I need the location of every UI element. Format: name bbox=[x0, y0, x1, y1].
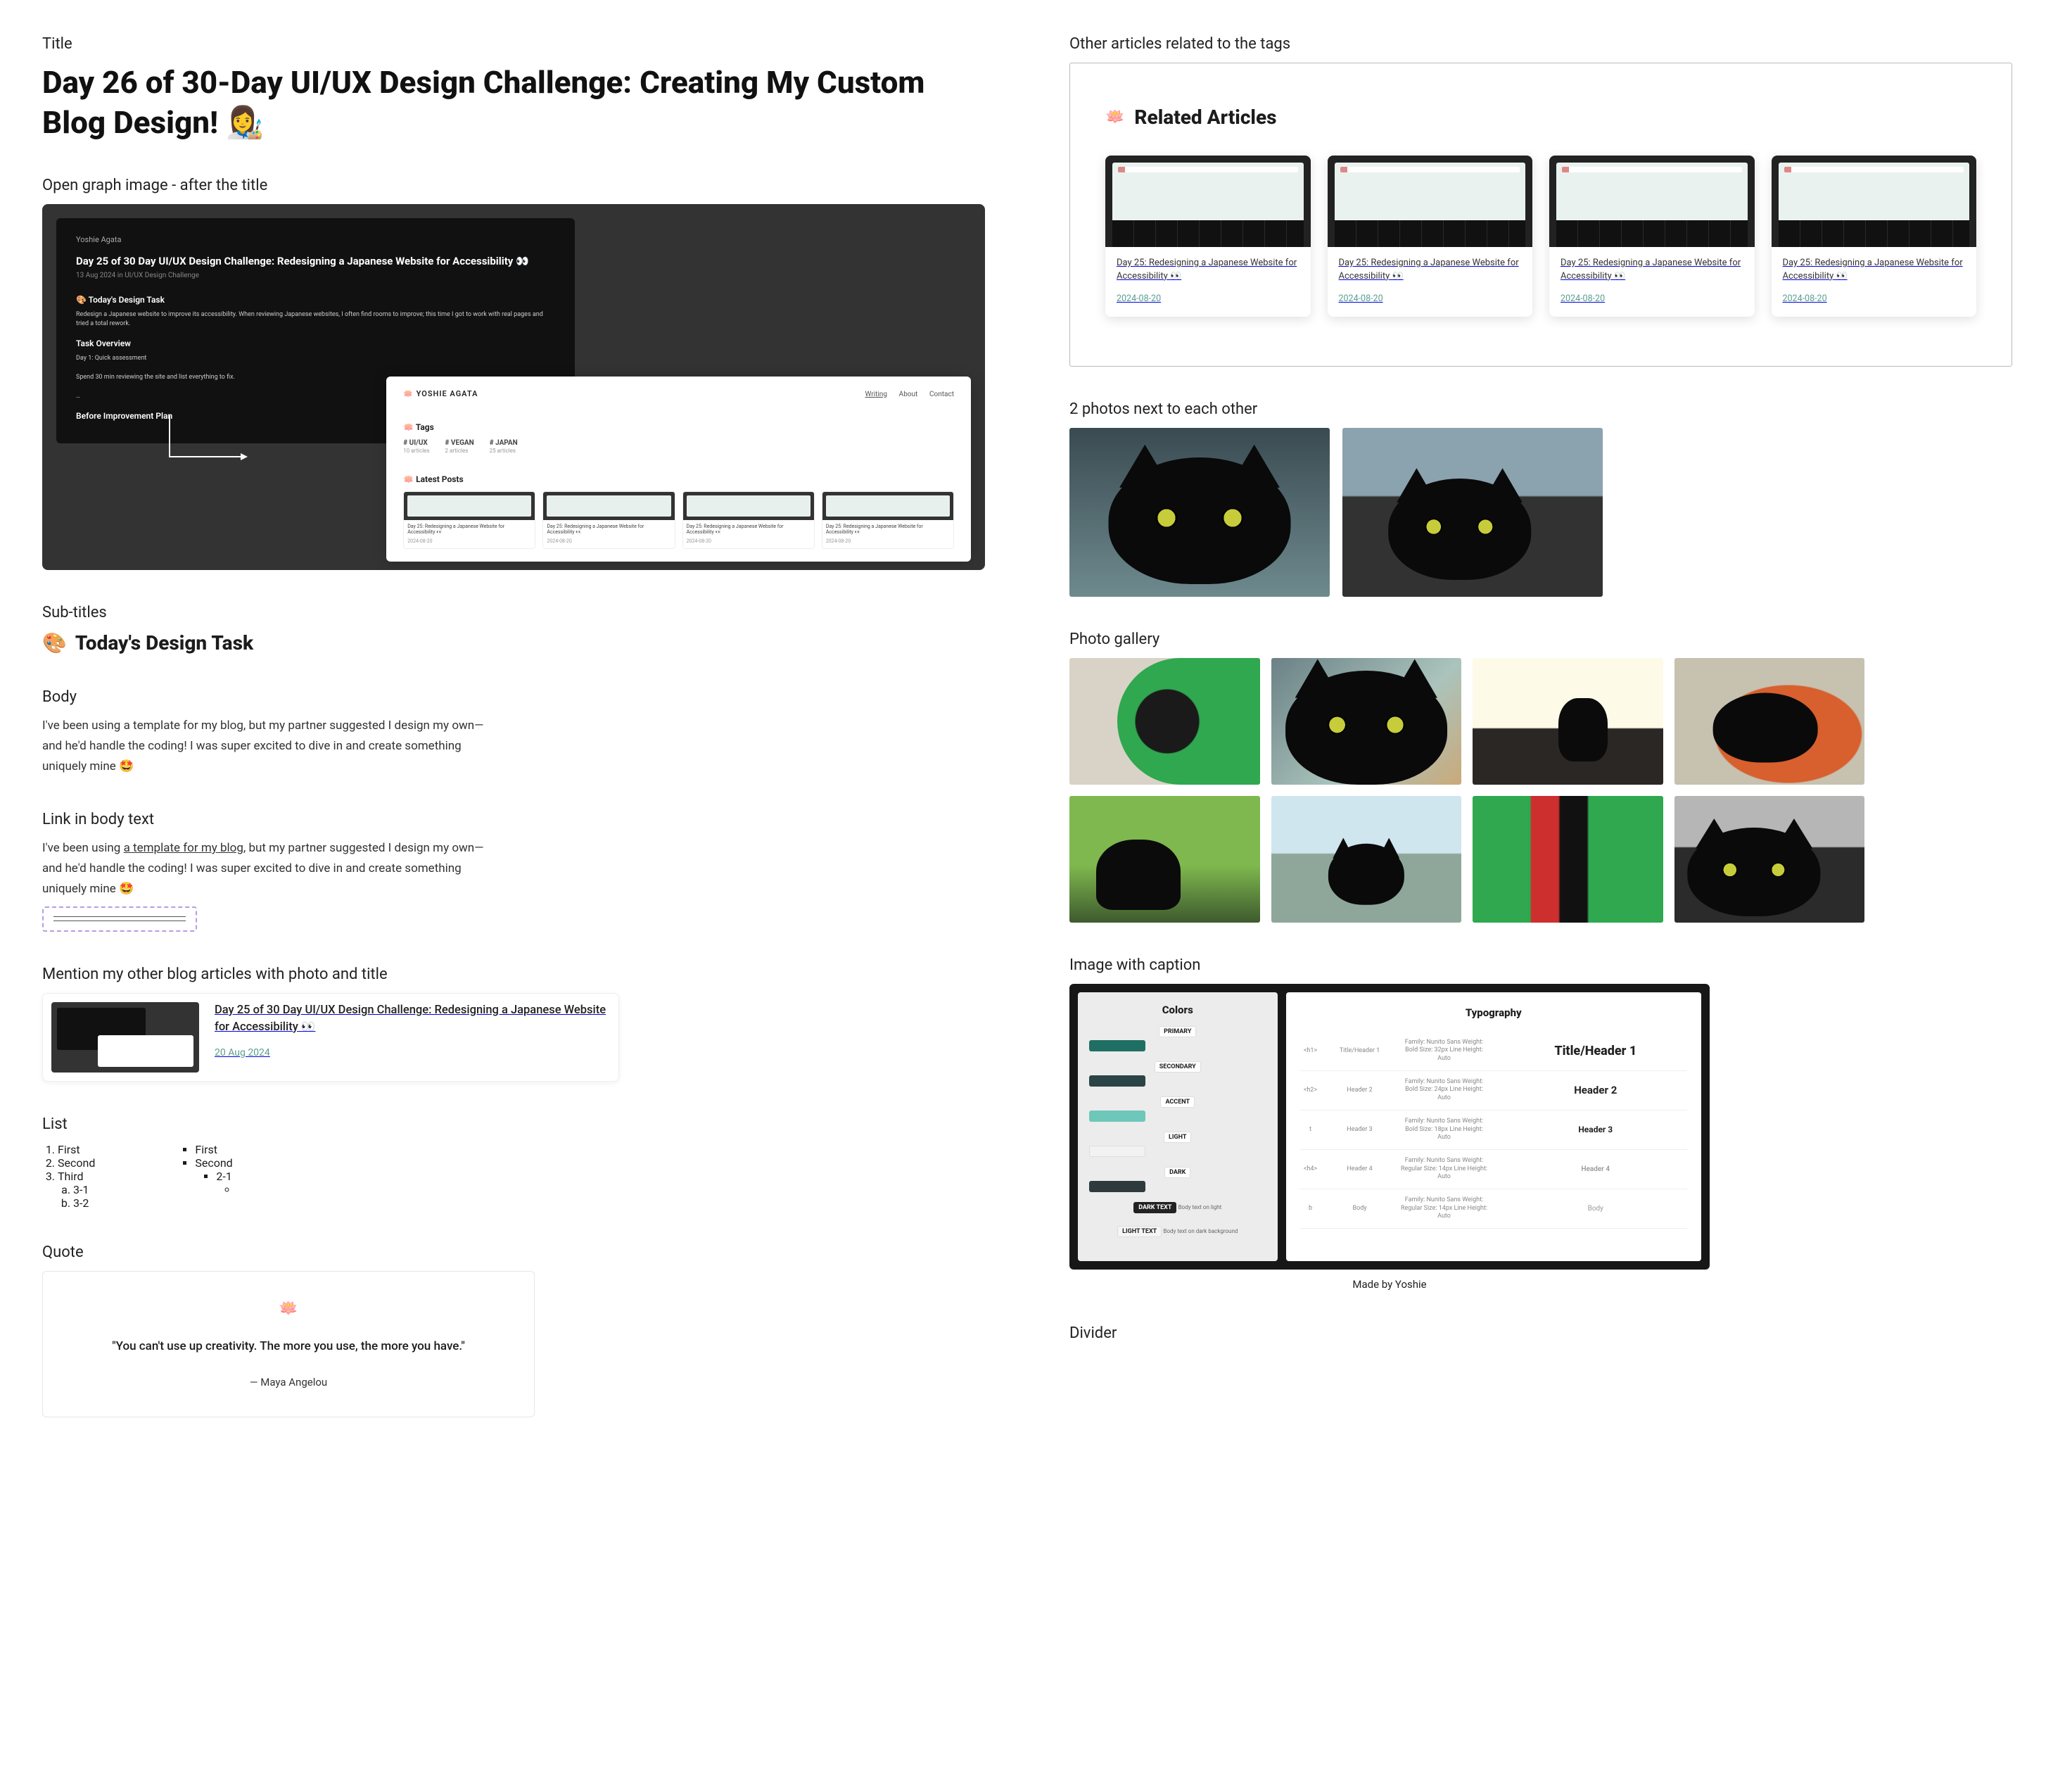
label-ref: Mention my other blog articles with phot… bbox=[42, 966, 985, 983]
figure-with-caption: Colors PRIMARY SECONDARY ACCENT LIGHT DA… bbox=[1069, 984, 1710, 1291]
og-article-title: Day 25 of 30 Day UI/UX Design Challenge:… bbox=[76, 254, 555, 268]
label-divider: Divider bbox=[1069, 1324, 2012, 1342]
mini-card: Day 25: Redesigning a Japanese Website f… bbox=[542, 491, 675, 550]
label-gallery: Photo gallery bbox=[1069, 631, 2012, 648]
link-preview-placeholder bbox=[42, 906, 197, 932]
tag-item: # UI/UX10 articles bbox=[403, 439, 429, 455]
og-plan1: Day 1: Quick assessment bbox=[76, 354, 555, 363]
mini-card: Day 25: Redesigning a Japanese Website f… bbox=[682, 491, 815, 550]
label-two-photos: 2 photos next to each other bbox=[1069, 400, 2012, 418]
related-card[interactable]: Day 25: Redesigning a Japanese Website f… bbox=[1549, 156, 1755, 317]
subtitle: 🎨 Today's Design Task bbox=[42, 631, 985, 654]
lotus-icon: 🪷 bbox=[78, 1300, 499, 1317]
photo bbox=[1069, 428, 1330, 597]
ordered-list: First Second Third 3-1 3-2 bbox=[42, 1143, 95, 1210]
label-list: List bbox=[42, 1115, 985, 1133]
og-author: Yoshie Agata bbox=[76, 235, 555, 244]
ref-date: 20 Aug 2024 bbox=[215, 1047, 610, 1058]
og-meta: 13 Aug 2024 in UI/UX Design Challenge bbox=[76, 272, 555, 279]
photo bbox=[1271, 658, 1462, 785]
related-card[interactable]: Day 25: Redesigning a Japanese Website f… bbox=[1328, 156, 1533, 317]
tag-item: # JAPAN25 articles bbox=[490, 439, 518, 455]
mini-card: Day 25: Redesigning a Japanese Website f… bbox=[403, 491, 535, 550]
lists: First Second Third 3-1 3-2 First Second … bbox=[42, 1143, 985, 1210]
figure-right-panel: Typography <h1>Title/Header 1Family: Nun… bbox=[1286, 992, 1701, 1261]
photo bbox=[1069, 658, 1260, 785]
tag-item: # VEGAN2 articles bbox=[445, 439, 474, 455]
list-item: First bbox=[58, 1143, 95, 1156]
quote-text: "You can't use up creativity. The more y… bbox=[78, 1337, 499, 1356]
og-latest-label: 🪷 Latest Posts bbox=[403, 474, 954, 484]
related-articles-panel: 🪷 Related Articles Day 25: Redesigning a… bbox=[1069, 63, 2012, 367]
related-card[interactable]: Day 25: Redesigning a Japanese Website f… bbox=[1105, 156, 1311, 317]
body-link[interactable]: a template for my blog bbox=[124, 841, 243, 855]
article-reference-card[interactable]: Day 25 of 30 Day UI/UX Design Challenge:… bbox=[42, 993, 619, 1082]
label-body: Body bbox=[42, 688, 985, 706]
quote-author: — Maya Angelou bbox=[78, 1376, 499, 1388]
photo bbox=[1473, 658, 1663, 785]
related-heading: Related Articles bbox=[1134, 106, 1276, 129]
figure-left-panel: Colors PRIMARY SECONDARY ACCENT LIGHT DA… bbox=[1078, 992, 1278, 1261]
page-title: Day 26 of 30-Day UI/UX Design Challenge:… bbox=[42, 63, 985, 143]
label-subtitles: Sub-titles bbox=[42, 604, 985, 621]
list-item: 3-1 bbox=[73, 1183, 95, 1196]
label-caption: Image with caption bbox=[1069, 956, 2012, 974]
list-item: 3-2 bbox=[73, 1196, 95, 1210]
label-related: Other articles related to the tags bbox=[1069, 35, 2012, 53]
list-item bbox=[237, 1183, 240, 1196]
photo bbox=[1473, 796, 1663, 923]
photo-pair bbox=[1069, 428, 2012, 597]
related-card[interactable]: Day 25: Redesigning a Japanese Website f… bbox=[1772, 156, 1977, 317]
figure-caption: Made by Yoshie bbox=[1069, 1278, 1710, 1291]
arrow-icon bbox=[169, 415, 246, 457]
label-title: Title bbox=[42, 35, 985, 53]
lotus-icon: 🪷 bbox=[1105, 108, 1124, 126]
body-text-with-link: I've been using a template for my blog, … bbox=[42, 838, 492, 899]
list-item: Second 2-1 bbox=[195, 1156, 240, 1196]
og-preview: Yoshie Agata Day 25 of 30 Day UI/UX Desi… bbox=[42, 204, 985, 570]
palette-icon: 🎨 bbox=[42, 631, 67, 654]
og-overview: Task Overview bbox=[76, 339, 555, 348]
og-nav: Writing About Contact bbox=[856, 389, 955, 398]
og-paragraph: Redesign a Japanese website to improve i… bbox=[76, 310, 555, 329]
list-item: First bbox=[195, 1143, 240, 1156]
list-item: Second bbox=[58, 1156, 95, 1170]
photo bbox=[1674, 796, 1865, 923]
body-text: I've been using a template for my blog, … bbox=[42, 716, 492, 777]
ref-title: Day 25 of 30 Day UI/UX Design Challenge:… bbox=[215, 1002, 610, 1036]
label-link: Link in body text bbox=[42, 811, 985, 828]
ref-thumbnail bbox=[51, 1002, 199, 1073]
og-logo: 🪷 YOSHIE AGATA bbox=[403, 389, 478, 398]
label-og: Open graph image - after the title bbox=[42, 177, 985, 194]
photo bbox=[1069, 796, 1260, 923]
list-item: 2-1 bbox=[216, 1170, 240, 1196]
photo bbox=[1342, 428, 1603, 597]
photo bbox=[1271, 796, 1462, 923]
photo-gallery bbox=[1069, 658, 1864, 923]
photo bbox=[1674, 658, 1865, 785]
mini-card: Day 25: Redesigning a Japanese Website f… bbox=[822, 491, 954, 550]
label-quote: Quote bbox=[42, 1244, 985, 1261]
list-item: Third 3-1 3-2 bbox=[58, 1170, 95, 1210]
unordered-list: First Second 2-1 bbox=[179, 1143, 240, 1210]
og-white-card: 🪷 YOSHIE AGATA Writing About Contact 🪷 T… bbox=[386, 377, 971, 562]
quote-card: 🪷 "You can't use up creativity. The more… bbox=[42, 1271, 535, 1417]
og-task-heading: 🎨 Today's Design Task bbox=[76, 295, 555, 305]
og-tags-label: 🪷 Tags bbox=[403, 422, 954, 432]
